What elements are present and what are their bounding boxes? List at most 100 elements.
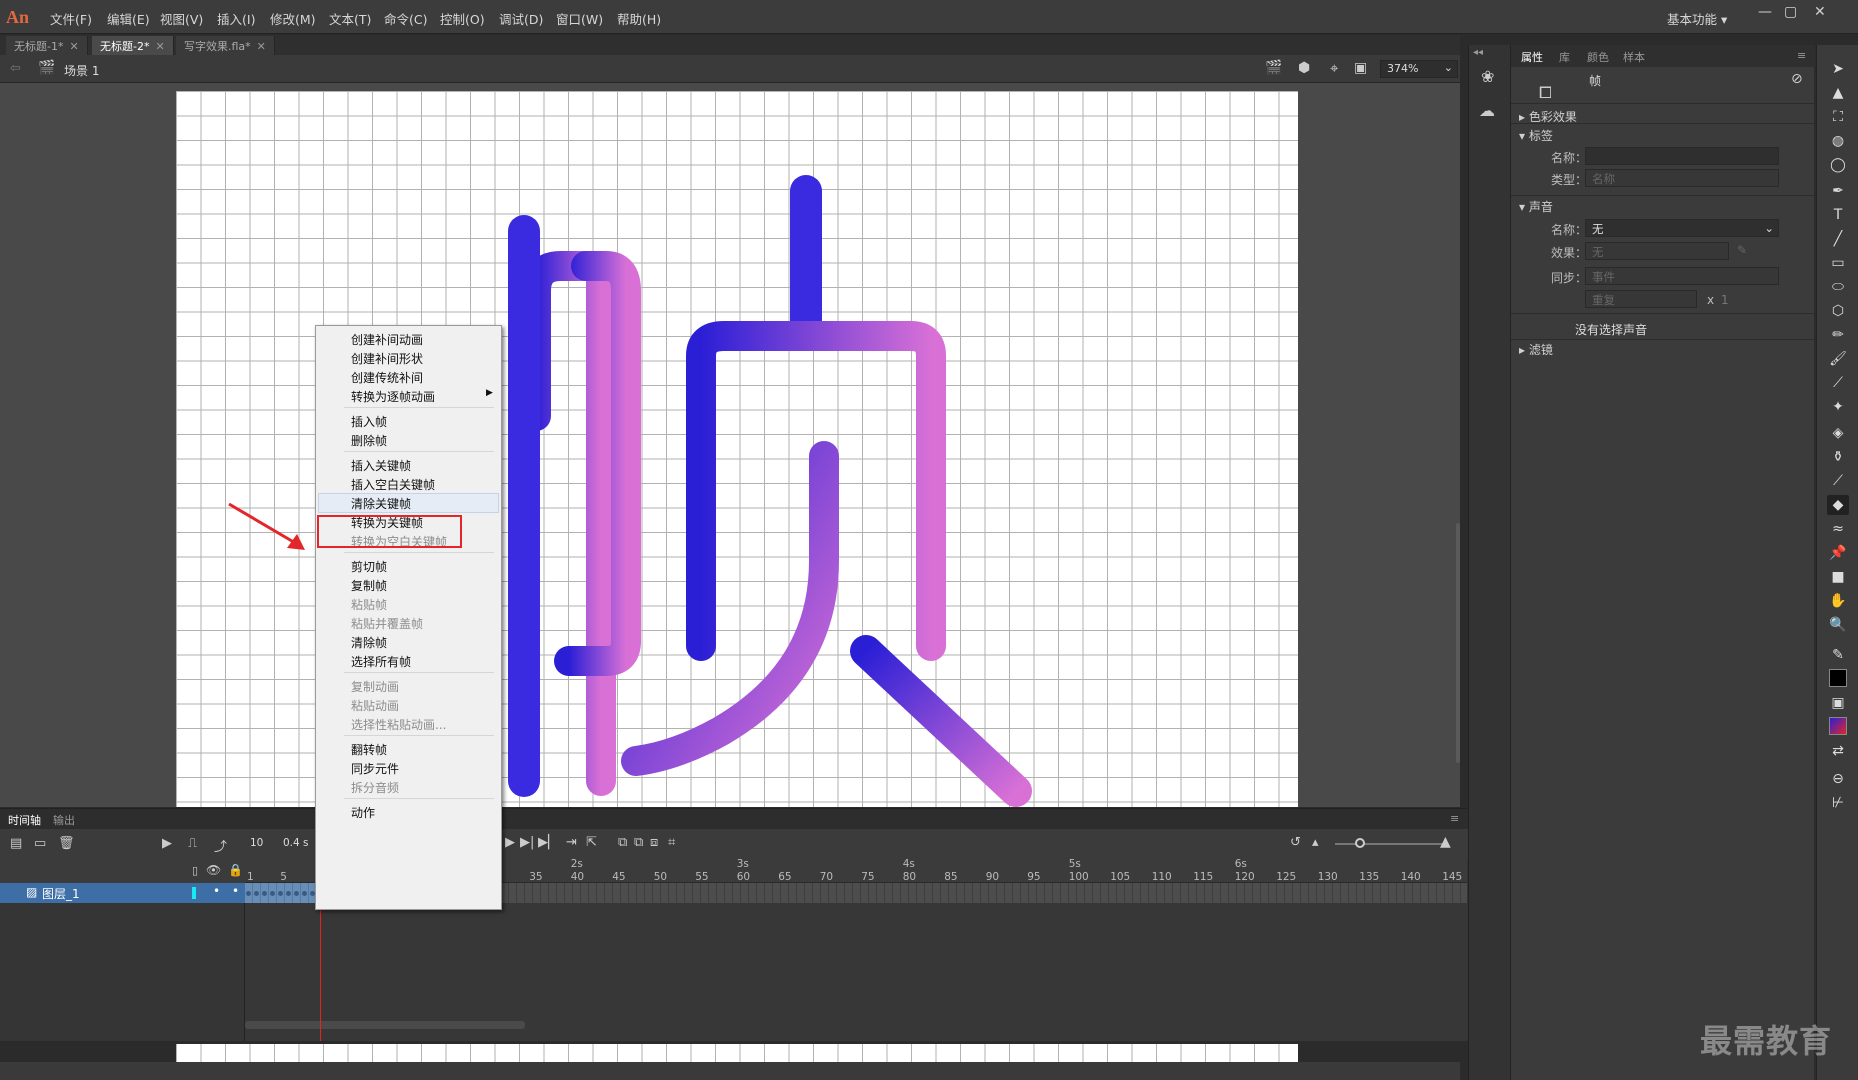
cc-libraries-icon[interactable]: ☁ xyxy=(1479,101,1495,120)
menu-view[interactable]: 视图(V) xyxy=(160,9,203,28)
menu-item-copy-frames[interactable]: 复制帧 xyxy=(351,577,387,594)
menu-help[interactable]: 帮助(H) xyxy=(617,9,661,28)
center-frame-icon[interactable]: ⇱ xyxy=(586,835,597,850)
paint-bucket-icon[interactable]: ◈ xyxy=(1827,423,1849,443)
menu-item-create-motion-tween[interactable]: 创建补间动画 xyxy=(351,331,423,348)
onion-outline-icon[interactable]: ⧉ xyxy=(634,835,643,850)
menu-control[interactable]: 控制(O) xyxy=(440,9,485,28)
delete-layer-icon[interactable]: 🗑 xyxy=(58,836,75,851)
menu-item-create-classic-tween[interactable]: 创建传统补间 xyxy=(351,369,423,386)
tab-output[interactable]: 输出 xyxy=(53,812,75,828)
menu-item-paste-overwrite-frames[interactable]: 粘贴并覆盖帧 xyxy=(351,615,423,632)
paint-brush-icon[interactable]: ⟋ xyxy=(1827,373,1849,393)
zoom-slider[interactable] xyxy=(1335,843,1445,845)
ink-bottle-icon[interactable]: ⚱ xyxy=(1827,447,1849,467)
panel-menu-icon[interactable]: ≡ xyxy=(1450,812,1459,825)
new-layer-icon[interactable]: ▤ xyxy=(10,836,22,851)
subselection-tool-icon[interactable]: ▲ xyxy=(1827,83,1849,103)
3d-rotation-icon[interactable]: ◍ xyxy=(1827,131,1849,151)
menu-item-create-shape-tween[interactable]: 创建补间形状 xyxy=(351,350,423,367)
sync-select[interactable]: 事件 xyxy=(1585,267,1779,285)
menu-item-paste-motion[interactable]: 粘贴动画 xyxy=(351,697,399,714)
collapse-icon[interactable]: ◂◂ xyxy=(1473,47,1483,58)
tab-color[interactable]: 颜色 xyxy=(1587,49,1609,65)
menu-item-cut-frames[interactable]: 剪切帧 xyxy=(351,558,387,575)
clip-content-icon[interactable]: ▣ xyxy=(1354,60,1367,76)
section-sound[interactable]: ▾ 声音 xyxy=(1519,198,1553,215)
layer-color-swatch[interactable] xyxy=(192,887,196,899)
effect-select[interactable]: 无 xyxy=(1585,242,1729,260)
step-forward-icon[interactable]: ▶| xyxy=(520,835,534,850)
help-icon[interactable]: ⊘ xyxy=(1791,71,1803,87)
tab-untitled-2[interactable]: 无标题-2* ✕ xyxy=(92,36,174,55)
menu-edit[interactable]: 编辑(E) xyxy=(107,9,150,28)
line-tool-icon[interactable]: ╱ xyxy=(1827,229,1849,249)
undo-icon[interactable]: ↺ xyxy=(1290,835,1301,850)
menu-insert[interactable]: 插入(I) xyxy=(217,9,255,28)
stroke-color-swatch[interactable] xyxy=(1829,669,1847,687)
options-icon[interactable]: ⊬ xyxy=(1827,793,1849,813)
frame-name-input[interactable] xyxy=(1585,147,1779,165)
time-value[interactable]: 0.4 s xyxy=(283,837,309,849)
menu-item-copy-motion[interactable]: 复制动画 xyxy=(351,678,399,695)
section-filters[interactable]: ▸ 滤镜 xyxy=(1519,341,1553,358)
workspace-switcher[interactable]: 基本功能 ▾ xyxy=(1667,9,1727,28)
asset-warp-icon[interactable]: 📌 xyxy=(1827,543,1849,563)
zoom-tool-icon[interactable]: 🔍 xyxy=(1827,615,1849,635)
menu-item-split-audio[interactable]: 拆分音频 xyxy=(351,779,399,796)
edit-symbol-icon[interactable]: ⬢ xyxy=(1298,60,1310,76)
layer-parent-icon[interactable]: ⎍ xyxy=(188,836,197,851)
menu-item-reverse-frames[interactable]: 翻转帧 xyxy=(351,741,387,758)
visibility-dot-icon[interactable]: • xyxy=(213,884,220,898)
close-tab-icon[interactable]: ✕ xyxy=(69,40,78,53)
polystar-icon[interactable]: ⬡ xyxy=(1827,301,1849,321)
close-button[interactable]: ✕ xyxy=(1814,4,1826,20)
label-type-select[interactable]: 名称 xyxy=(1585,169,1779,187)
menu-window[interactable]: 窗口(W) xyxy=(556,9,603,28)
edit-multiple-icon[interactable]: ⧈ xyxy=(650,835,658,850)
onion-skin-icon[interactable]: ⧉ xyxy=(618,835,627,850)
menu-item-actions[interactable]: 动作 xyxy=(351,804,375,821)
rectangle-tool-icon[interactable]: ▭ xyxy=(1827,253,1849,273)
new-folder-icon[interactable]: ▭ xyxy=(34,836,46,851)
selection-tool-icon[interactable]: ➤ xyxy=(1827,59,1849,79)
timeline-hscroll-thumb[interactable] xyxy=(245,1021,525,1029)
zoom-select[interactable]: 374% ⌄ xyxy=(1380,60,1458,78)
back-arrow-icon[interactable]: ⇦ xyxy=(10,61,21,76)
menu-item-insert-blank-keyframe[interactable]: 插入空白关键帧 xyxy=(351,476,435,493)
play-icon[interactable]: ▶ xyxy=(505,835,515,850)
menu-item-clear-keyframe[interactable]: 清除关键帧 xyxy=(351,495,411,512)
edit-envelope-icon[interactable]: ✎ xyxy=(1737,243,1747,257)
section-label-header[interactable]: ▾ 标签 xyxy=(1519,127,1553,144)
camera-icon[interactable]: ▶ xyxy=(162,836,172,851)
eye-icon[interactable]: 👁 xyxy=(206,863,221,877)
lock-dot-icon[interactable]: • xyxy=(232,884,239,898)
center-stage-icon[interactable]: ⌖ xyxy=(1330,59,1338,77)
graph-icon[interactable]: ⤴ xyxy=(214,836,227,855)
width-tool-icon[interactable]: ≈ xyxy=(1827,519,1849,539)
selected-frames[interactable] xyxy=(245,883,320,903)
menu-item-delete-frame[interactable]: 删除帧 xyxy=(351,432,387,449)
pencil-icon[interactable]: ✏ xyxy=(1827,325,1849,345)
camera-tool-icon[interactable]: ■ xyxy=(1827,567,1849,587)
zoom-slider-handle[interactable] xyxy=(1355,838,1365,848)
modify-markers-icon[interactable]: ⌗ xyxy=(668,835,675,850)
stroke-color-icon[interactable]: ✎ xyxy=(1827,645,1849,665)
stage-vscroll-thumb[interactable] xyxy=(1456,523,1460,763)
minimize-button[interactable]: — xyxy=(1758,4,1772,20)
panel-menu-icon[interactable]: ≡ xyxy=(1797,49,1806,62)
tab-writing-effect[interactable]: 写字效果.fla* ✕ xyxy=(176,36,275,55)
tab-swatches[interactable]: 样本 xyxy=(1623,49,1645,65)
stage-hscroll[interactable] xyxy=(0,1062,1460,1080)
tab-properties[interactable]: 属性 xyxy=(1521,49,1543,65)
menu-item-insert-frame[interactable]: 插入帧 xyxy=(351,413,387,430)
sound-name-select[interactable]: 无 ⌄ xyxy=(1585,219,1779,237)
repeat-count[interactable]: 1 xyxy=(1721,293,1729,307)
menu-item-insert-keyframe[interactable]: 插入关键帧 xyxy=(351,457,411,474)
menu-modify[interactable]: 修改(M) xyxy=(270,9,316,28)
eyedropper-icon[interactable]: ⟋ xyxy=(1827,471,1849,491)
repeat-select[interactable]: 重复 xyxy=(1585,290,1697,308)
swap-colors-icon[interactable]: ⇄ xyxy=(1827,741,1849,761)
lock-icon[interactable]: 🔒 xyxy=(228,863,243,877)
oval-tool-icon[interactable]: ⬭ xyxy=(1827,277,1849,297)
